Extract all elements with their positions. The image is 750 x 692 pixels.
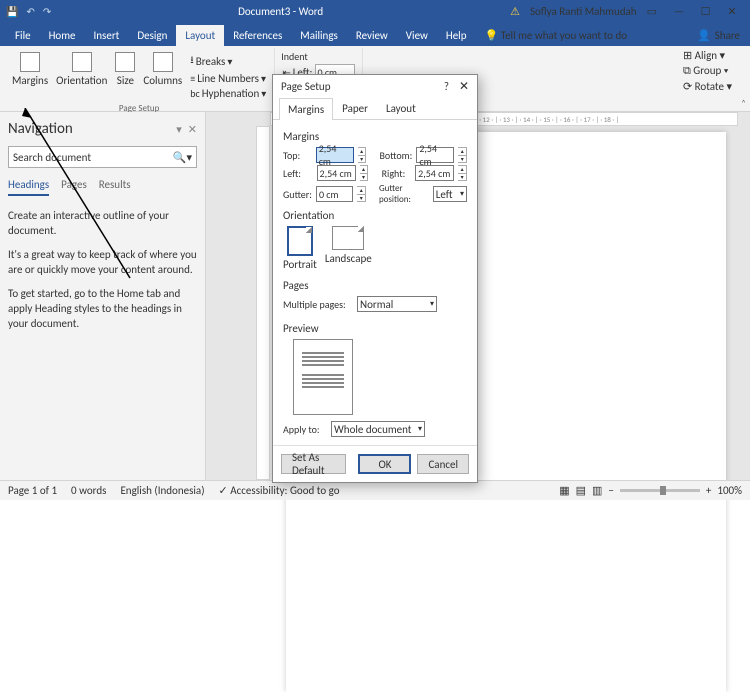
warning-icon: ⚠ — [510, 5, 520, 18]
vertical-ruler[interactable] — [256, 126, 270, 480]
orientation-button[interactable]: Orientation — [52, 50, 111, 103]
zoom-slider[interactable] — [620, 489, 700, 492]
pages-section-label: Pages — [283, 279, 467, 292]
margin-top-input[interactable]: 2,54 cm — [316, 147, 354, 163]
save-icon[interactable]: 💾 — [6, 5, 18, 18]
margin-left-input[interactable]: 2,54 cm — [317, 165, 356, 181]
hyphenation-button[interactable]: bc Hyphenation ▾ — [190, 86, 266, 101]
zoom-in-icon[interactable]: + — [706, 484, 711, 497]
minimize-icon[interactable]: — — [667, 5, 691, 18]
undo-icon[interactable]: ↶ — [26, 5, 34, 18]
collapse-ribbon-icon[interactable]: ˄ — [741, 98, 746, 109]
tab-references[interactable]: References — [224, 25, 291, 46]
title-bar: 💾 ↶ ↷ Document3 - Word ⚠ Soflya Ranti Ma… — [0, 0, 750, 22]
window-title: Document3 - Word — [51, 5, 510, 18]
ok-button[interactable]: OK — [358, 454, 411, 474]
search-icon[interactable]: 🔍▾ — [173, 151, 192, 164]
apply-to-combo[interactable]: Whole document▾ — [331, 421, 425, 437]
indent-label: Indent — [279, 50, 308, 63]
align-button[interactable]: ⊞ Align ▾ — [683, 48, 732, 63]
tab-home[interactable]: Home — [40, 25, 85, 46]
preview-icon — [293, 339, 353, 415]
tab-view[interactable]: View — [397, 25, 437, 46]
web-layout-icon[interactable]: ▥ — [592, 484, 602, 497]
tab-help[interactable]: Help — [437, 25, 476, 46]
nav-tab-headings[interactable]: Headings — [8, 178, 49, 196]
tab-design[interactable]: Design — [128, 25, 176, 46]
line-numbers-button[interactable]: ≡ Line Numbers ▾ — [190, 71, 266, 86]
ribbon-options-icon[interactable]: ▭ — [647, 5, 657, 18]
multiple-pages-combo[interactable]: Normal▾ — [357, 296, 437, 312]
set-default-button[interactable]: Set As Default — [281, 454, 346, 474]
nav-close-icon[interactable]: ✕ — [188, 123, 197, 136]
landscape-button[interactable]: Landscape — [325, 226, 372, 271]
arrange-group: ⊞ Align ▾ ⧉ Group ▾ ⟳ Rotate ▾ — [683, 48, 732, 94]
columns-button[interactable]: Columns — [139, 50, 186, 103]
nav-title: Navigation — [8, 120, 170, 138]
cancel-button[interactable]: Cancel — [417, 454, 469, 474]
share-button[interactable]: 👤Share — [687, 25, 750, 46]
quick-access-toolbar: 💾 ↶ ↷ — [6, 5, 51, 18]
status-bar: Page 1 of 1 0 words English (Indonesia) … — [0, 480, 750, 500]
dialog-title: Page Setup — [281, 80, 444, 93]
nav-tab-pages[interactable]: Pages — [61, 178, 87, 196]
breaks-button[interactable]: ⭳ Breaks ▾ — [190, 52, 266, 71]
portrait-icon — [287, 226, 313, 256]
orientation-icon — [72, 52, 92, 72]
search-input[interactable]: Search document 🔍▾ — [8, 146, 197, 168]
zoom-level[interactable]: 100% — [717, 484, 742, 497]
page-setup-dialog: Page Setup ? ✕ Margins Paper Layout Marg… — [272, 74, 478, 483]
tab-review[interactable]: Review — [347, 25, 397, 46]
close-icon[interactable]: ✕ — [720, 5, 744, 18]
nav-dropdown-icon[interactable]: ▾ — [176, 123, 182, 136]
dialog-help-icon[interactable]: ? — [444, 80, 449, 93]
margin-bottom-input[interactable]: 2,54 cm — [416, 147, 454, 163]
user-name: Soflya Ranti Mahmudah — [530, 5, 637, 18]
dialog-close-icon[interactable]: ✕ — [459, 79, 469, 94]
tab-insert[interactable]: Insert — [85, 25, 129, 46]
columns-icon — [153, 52, 173, 72]
status-accessibility[interactable]: ✓ Accessibility: Good to go — [219, 484, 340, 497]
tab-file[interactable]: File — [6, 25, 40, 46]
margin-right-input[interactable]: 2,54 cm — [415, 165, 454, 181]
status-words[interactable]: 0 words — [71, 484, 106, 497]
dialog-tab-margins[interactable]: Margins — [279, 98, 333, 120]
search-placeholder: Search document — [13, 151, 173, 164]
ribbon-tabs: File Home Insert Design Layout Reference… — [0, 22, 750, 46]
print-layout-icon[interactable]: ▤ — [576, 484, 586, 497]
preview-section-label: Preview — [283, 322, 467, 335]
gutter-position-combo[interactable]: Left▾ — [433, 186, 467, 202]
tell-me[interactable]: 💡 Tell me what you want to do — [476, 25, 637, 46]
size-icon — [115, 52, 135, 72]
margins-button[interactable]: Margins — [8, 50, 52, 103]
tab-layout[interactable]: Layout — [176, 25, 224, 46]
read-mode-icon[interactable]: ▦ — [559, 484, 569, 497]
margins-icon — [20, 52, 40, 72]
orientation-section-label: Orientation — [283, 209, 467, 222]
nav-tab-results[interactable]: Results — [99, 178, 131, 196]
landscape-icon — [332, 226, 364, 250]
navigation-pane: Navigation ▾ ✕ Search document 🔍▾ Headin… — [0, 112, 206, 480]
nav-body: Create an interactive outline of your do… — [8, 208, 197, 332]
status-language[interactable]: English (Indonesia) — [120, 484, 204, 497]
status-page[interactable]: Page 1 of 1 — [8, 484, 57, 497]
tab-mailings[interactable]: Mailings — [291, 25, 347, 46]
portrait-button[interactable]: Portrait — [283, 226, 317, 271]
zoom-out-icon[interactable]: − — [608, 484, 613, 497]
dialog-tab-layout[interactable]: Layout — [377, 97, 425, 119]
group-button[interactable]: ⧉ Group ▾ — [683, 63, 732, 79]
redo-icon[interactable]: ↷ — [43, 5, 51, 18]
gutter-input[interactable]: 0 cm — [316, 186, 354, 202]
rotate-button[interactable]: ⟳ Rotate ▾ — [683, 79, 732, 94]
dialog-tab-paper[interactable]: Paper — [333, 97, 377, 119]
maximize-icon[interactable]: ☐ — [694, 5, 718, 18]
size-button[interactable]: Size — [111, 50, 139, 103]
